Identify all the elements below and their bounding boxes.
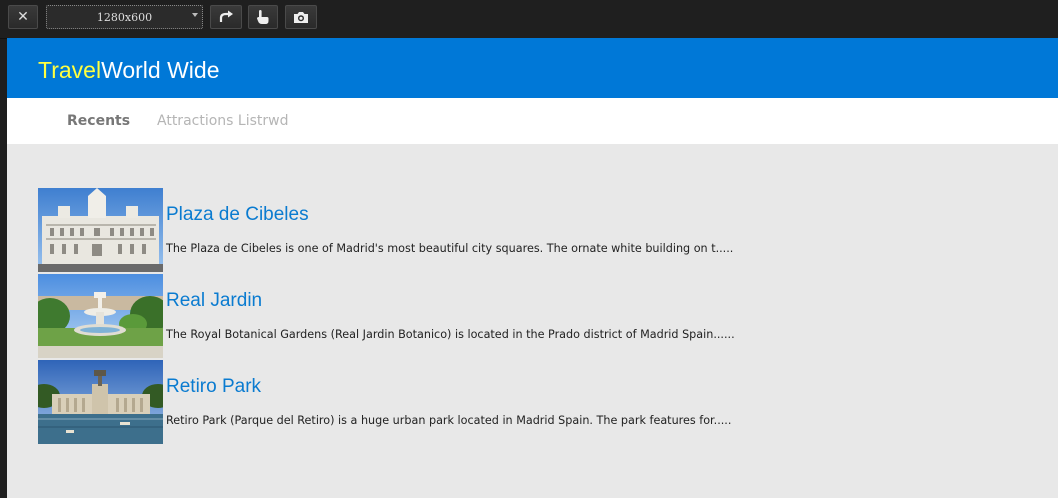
attraction-description: The Royal Botanical Gardens (Real Jardin…: [166, 328, 735, 341]
rotate-button[interactable]: [210, 5, 242, 29]
list-item[interactable]: Real Jardin The Royal Botanical Gardens …: [38, 274, 798, 358]
attraction-title[interactable]: Real Jardin: [166, 290, 262, 312]
close-button[interactable]: ✕: [8, 5, 38, 29]
chevron-down-icon: [192, 13, 198, 17]
nav-bar: Recents Attractions Listrwd: [7, 98, 1058, 144]
attraction-title[interactable]: Plaza de Cibeles: [166, 204, 309, 226]
resolution-select[interactable]: 1280x600: [46, 5, 203, 29]
rotate-icon: [219, 10, 233, 22]
brand-logo[interactable]: TravelWorld Wide: [38, 57, 220, 84]
attraction-title[interactable]: Retiro Park: [166, 376, 261, 398]
screenshot-button[interactable]: [285, 5, 317, 29]
list-item[interactable]: Plaza de Cibeles The Plaza de Cibeles is…: [38, 188, 798, 272]
tab-attractions-list[interactable]: Attractions Listrwd: [157, 113, 288, 129]
touch-mode-button[interactable]: [248, 5, 278, 29]
camera-icon: [294, 11, 308, 23]
app-viewport: TravelWorld Wide Recents Attractions Lis…: [7, 38, 1058, 498]
app-header: TravelWorld Wide: [7, 38, 1058, 98]
attraction-image: [38, 188, 163, 272]
attraction-description: The Plaza de Cibeles is one of Madrid's …: [166, 242, 734, 255]
brand-travel: Travel: [38, 57, 102, 83]
tab-recents[interactable]: Recents: [67, 113, 130, 129]
emulator-toolbar: ✕ 1280x600: [0, 0, 1058, 39]
brand-world-wide: World Wide: [101, 57, 220, 83]
attraction-image: [38, 274, 163, 358]
list-item[interactable]: Retiro Park Retiro Park (Parque del Reti…: [38, 360, 798, 444]
attraction-image: [38, 360, 163, 444]
touch-hand-icon: [257, 10, 269, 24]
resolution-value: 1280x600: [96, 10, 153, 24]
close-icon: ✕: [17, 9, 29, 25]
attraction-description: Retiro Park (Parque del Retiro) is a hug…: [166, 414, 732, 427]
